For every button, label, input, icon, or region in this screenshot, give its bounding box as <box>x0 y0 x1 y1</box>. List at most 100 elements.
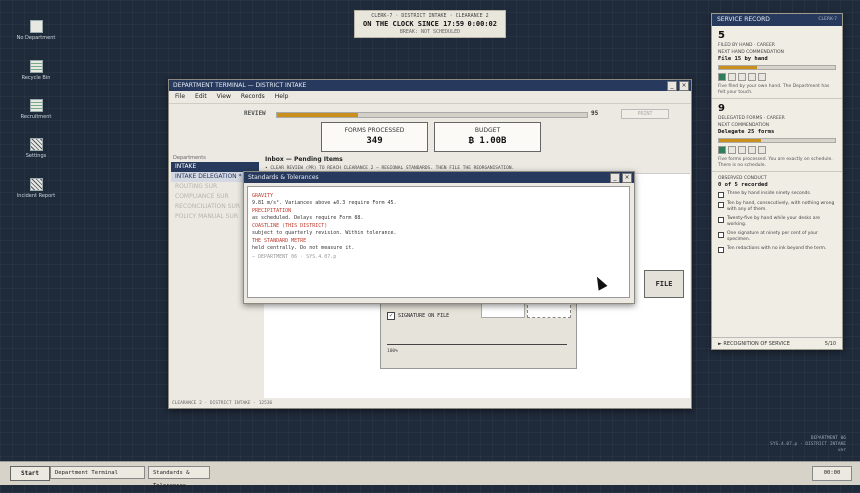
clock-label: ON THE CLOCK SINCE 17:59 <box>363 20 465 28</box>
desktop-icon-settings[interactable]: Settings <box>14 138 58 159</box>
delegate-progress-bar <box>718 138 836 143</box>
print-button[interactable]: PRINT <box>621 109 669 119</box>
conduct-checkbox <box>718 192 724 198</box>
delegate-note: Five forms processed. You are exactly on… <box>718 157 833 168</box>
hand-dot <box>758 73 766 81</box>
std-heading-metre: THE STANDARD METRE <box>252 238 307 244</box>
hand-dot <box>718 73 726 81</box>
hand-dots <box>718 73 836 81</box>
std-heading-gravity: GRAVITY <box>252 193 274 199</box>
std-text-gravity: 9.81 m/s². Variances above ±0.3 require … <box>252 200 397 206</box>
hand-progress-bar <box>718 65 836 70</box>
task-standards[interactable]: Standards & Tolerances <box>148 466 210 489</box>
standards-dialog: Standards & Tolerances _ × GRAVITY 9.81 … <box>243 171 635 304</box>
task-department-terminal[interactable]: Department Terminal <box>50 466 145 479</box>
budget-card: BUDGET ₿ 1.00B <box>434 122 541 152</box>
review-value: 95 <box>591 110 599 117</box>
main-window-title: DEPARTMENT TERMINAL — DISTRICT INTAKE <box>173 82 307 89</box>
budget-value: ₿ 1.00B <box>468 136 507 146</box>
break-status: BREAK: NOT SCHEDULED <box>399 29 461 35</box>
std-text-precipitation: as scheduled. Delays require Form 88. <box>252 215 364 221</box>
dialog-titlebar[interactable]: Standards & Tolerances _ × <box>244 172 634 183</box>
dialog-title: Standards & Tolerances <box>248 174 319 181</box>
close-icon[interactable]: × <box>679 81 689 91</box>
hand-dot <box>748 73 756 81</box>
clock-header: CLERK-7 · DISTRICT INTAKE · CLEARANCE 2 <box>371 13 489 19</box>
standards-body: GRAVITY 9.81 m/s². Variances above ±0.3 … <box>247 186 630 298</box>
review-label: REVIEW <box>244 110 266 117</box>
std-text-metre: held centrally. Do not measure it. <box>252 245 355 251</box>
recycle-bin-icon <box>29 60 43 73</box>
delegate-section: 9 DELEGATED FORMS · CAREER NEXT COMMENDA… <box>712 99 842 172</box>
departments-header: Departments <box>173 155 206 161</box>
std-text-coastline: subject to quarterly revision. Within to… <box>252 230 397 236</box>
conduct-checkbox <box>718 247 724 253</box>
conduct-checkbox <box>718 232 724 238</box>
desktop-icon-recruitment[interactable]: Recruitment <box>14 99 58 120</box>
dialog-close-icon[interactable]: × <box>622 173 632 183</box>
main-status-line: CLEARANCE 2 · DISTRICT INTAKE · 12536 <box>172 401 273 406</box>
conduct-item: Ten by hand, consecutively, with nothing… <box>718 201 836 213</box>
start-button[interactable]: Start <box>10 466 50 481</box>
hand-dot <box>728 73 736 81</box>
conduct-item: Ten redactions with no ink beyond the te… <box>718 246 836 253</box>
document-icon <box>29 20 43 33</box>
menu-bar: File Edit View Records Help <box>169 91 691 104</box>
shift-clock: CLERK-7 · DISTRICT INTAKE · CLEARANCE 2 … <box>354 10 506 38</box>
delegated-label: DELEGATED FORMS · CAREER <box>718 116 785 121</box>
service-record-header: SERVICE RECORD CLERK-7 <box>712 14 842 26</box>
menu-records[interactable]: Records <box>241 91 265 103</box>
forms-processed-card: FORMS PROCESSED 349 <box>321 122 428 152</box>
conduct-section: OBSERVED CONDUCT 0 of 5 recorded Three b… <box>712 172 842 255</box>
hand-dot <box>738 73 746 81</box>
menu-file[interactable]: File <box>175 91 185 103</box>
system-tray-clock: 00:00 <box>812 466 852 481</box>
next-commendation-value: Delegate 25 forms <box>718 129 775 135</box>
main-titlebar[interactable]: DEPARTMENT TERMINAL — DISTRICT INTAKE _ … <box>169 80 691 91</box>
taskbar: Start Department Terminal Standards & To… <box>0 461 860 489</box>
observed-label: OBSERVED CONDUCT <box>718 176 767 181</box>
hand-note: Five filed by your own hand. The Departm… <box>718 84 830 95</box>
menu-help[interactable]: Help <box>275 91 289 103</box>
signature-checkbox[interactable]: ✓ <box>387 312 395 320</box>
conduct-checkbox <box>718 202 724 208</box>
budget-label: BUDGET <box>474 127 501 134</box>
service-record-panel: SERVICE RECORD CLERK-7 5 FILED BY HAND ·… <box>711 13 843 350</box>
delegate-dot <box>738 146 746 154</box>
desktop-icon-no-department[interactable]: No Department <box>14 20 58 41</box>
signature-label: SIGNATURE ON FILE <box>398 313 450 319</box>
inbox-title: Inbox — Pending Items <box>265 156 343 163</box>
menu-view[interactable]: View <box>217 91 231 103</box>
next-hand-value: File 15 by hand <box>718 56 768 62</box>
recognition-label: ► RECOGNITION OF SERVICE <box>718 340 790 347</box>
next-commendation-label: NEXT COMMENDATION <box>718 123 770 128</box>
menu-edit[interactable]: Edit <box>195 91 207 103</box>
delegate-dots <box>718 146 836 154</box>
recognition-row[interactable]: ► RECOGNITION OF SERVICE 5/10 <box>712 337 842 349</box>
delegated-count: 9 <box>718 103 725 114</box>
next-hand-label: NEXT HAND COMMENDATION <box>718 50 784 55</box>
conduct-item: Three by hand inside ninety seconds. <box>718 191 836 198</box>
desktop-icon-incident-report[interactable]: Incident Report <box>14 178 58 199</box>
form-divider <box>387 344 567 345</box>
delegate-dot <box>728 146 736 154</box>
desktop-icon-recycle-bin[interactable]: Recycle Bin <box>14 60 58 81</box>
signature-checkbox-row[interactable]: ✓ SIGNATURE ON FILE <box>387 312 449 320</box>
incident-report-icon <box>29 178 43 191</box>
filed-label: FILED BY HAND · CAREER <box>718 43 775 48</box>
conduct-checkbox <box>718 217 724 223</box>
delegate-dot <box>758 146 766 154</box>
hand-section: 5 FILED BY HAND · CAREER NEXT HAND COMME… <box>712 26 842 99</box>
forms-processed-value: 349 <box>366 136 383 146</box>
settings-icon <box>29 138 43 151</box>
minimize-icon[interactable]: _ <box>667 81 677 91</box>
recognition-value: 5/10 <box>824 340 836 347</box>
conduct-item: One signature at ninety per cent of your… <box>718 231 836 243</box>
clock-timer: 0:00:02 <box>467 20 497 28</box>
dialog-minimize-icon[interactable]: _ <box>610 173 620 183</box>
form-card: ✓ SIGNATURE ON FILE 100% <box>380 295 577 369</box>
recruitment-icon <box>29 99 43 112</box>
file-button[interactable]: FILE <box>644 270 684 298</box>
delegate-dot <box>718 146 726 154</box>
std-heading-precipitation: PRECIPITATION <box>252 208 292 214</box>
